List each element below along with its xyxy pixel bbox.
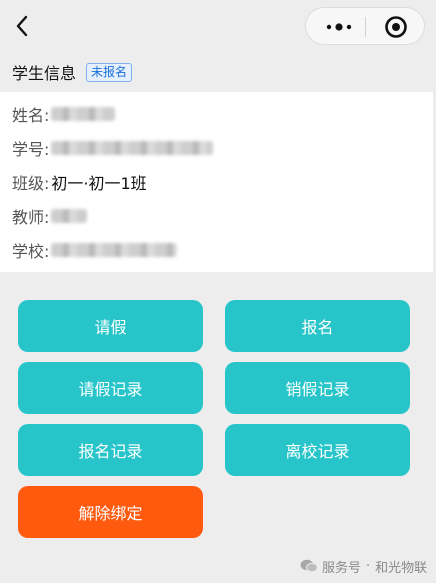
target-icon [385, 16, 407, 38]
wechat-icon [300, 559, 318, 573]
footer-service: 服务号 [322, 560, 362, 576]
student-id-value-redacted [51, 141, 214, 155]
leave-school-records-button[interactable]: 离校记录 [225, 424, 410, 476]
footer-attribution: 服务号 · 和光物联 [300, 556, 427, 576]
leave-button[interactable]: 请假 [18, 300, 203, 352]
capsule-divider [365, 17, 366, 37]
student-id-label: 学号: [12, 140, 50, 159]
teacher-row: 教师: [12, 204, 88, 228]
student-id-row: 学号: [12, 136, 214, 160]
student-info-card: 姓名: 学号: 班级: 初一·初一1班 教师: 学校: [0, 92, 433, 272]
more-dots-icon [326, 23, 352, 31]
unbind-button[interactable]: 解除绑定 [18, 486, 203, 538]
navigation-bar [0, 0, 436, 52]
status-badge: 未报名 [86, 62, 133, 82]
school-row: 学校: [12, 238, 178, 262]
back-button[interactable] [8, 10, 36, 42]
name-value-redacted [51, 107, 116, 121]
class-value: 初一·初一1班 [51, 174, 147, 193]
teacher-value-redacted [51, 209, 88, 223]
school-label: 学校: [12, 242, 50, 261]
close-button[interactable] [370, 8, 422, 46]
leave-records-button[interactable]: 请假记录 [18, 362, 203, 414]
more-button[interactable] [316, 8, 362, 46]
name-row: 姓名: [12, 102, 116, 126]
student-info-header: 学生信息 未报名 [0, 52, 436, 92]
mini-program-capsule [305, 7, 425, 45]
chevron-left-icon [16, 15, 28, 37]
teacher-label: 教师: [12, 208, 50, 227]
footer-brand: 和光物联 [375, 560, 428, 576]
school-value-redacted [51, 243, 178, 257]
signup-records-button[interactable]: 报名记录 [18, 424, 203, 476]
class-row: 班级: 初一·初一1班 [12, 170, 147, 194]
cancel-leave-records-button[interactable]: 销假记录 [225, 362, 410, 414]
name-label: 姓名: [12, 106, 50, 125]
class-label: 班级: [12, 174, 50, 193]
signup-button[interactable]: 报名 [225, 300, 410, 352]
footer-separator: · [366, 558, 371, 574]
section-title: 学生信息 [12, 64, 77, 83]
